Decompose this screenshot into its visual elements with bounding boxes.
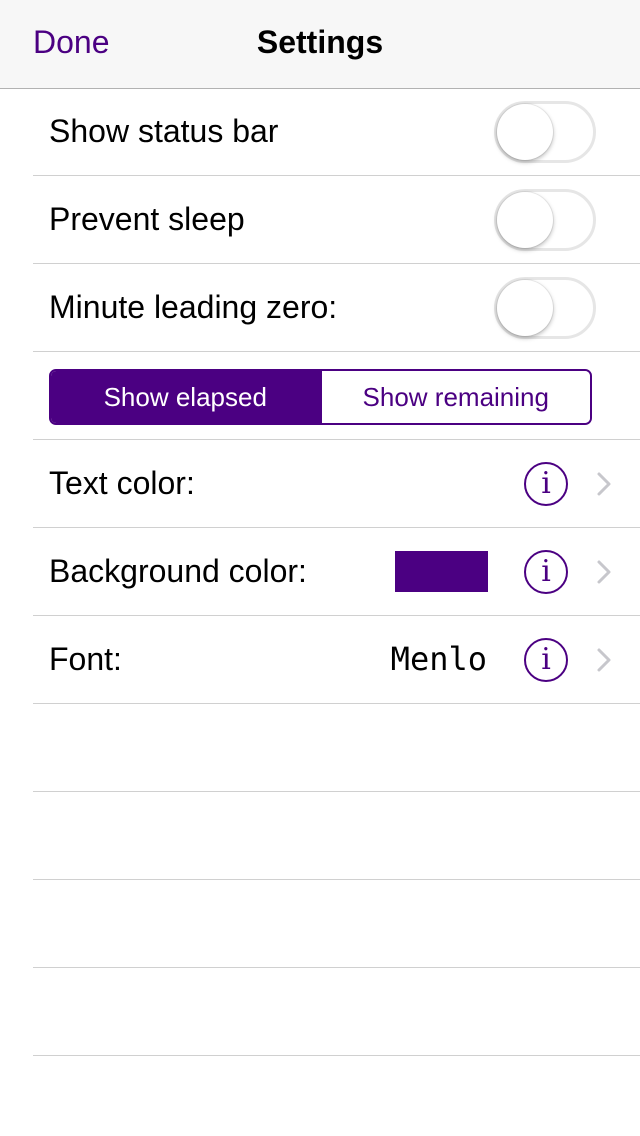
chevron-right-icon[interactable] (591, 470, 617, 498)
background-color-swatch (395, 551, 488, 592)
show-status-bar-label: Show status bar (49, 113, 279, 149)
time-display-segmented-control: Show elapsed Show remaining (49, 369, 592, 425)
show-status-bar-row: Show status bar (33, 88, 640, 176)
font-label: Font: (49, 641, 122, 677)
prevent-sleep-toggle[interactable] (494, 189, 596, 251)
empty-row (33, 792, 640, 880)
prevent-sleep-label: Prevent sleep (49, 201, 245, 237)
show-status-bar-toggle[interactable] (494, 101, 596, 163)
time-display-row: Show elapsed Show remaining (33, 352, 640, 440)
page-title: Settings (256, 24, 384, 60)
font-value: Menlo (390, 640, 487, 678)
minute-leading-zero-row: Minute leading zero: (33, 264, 640, 352)
background-color-info-icon[interactable]: i (524, 550, 568, 594)
empty-row (33, 880, 640, 968)
empty-row (33, 968, 640, 1056)
empty-row (33, 704, 640, 792)
navigation-bar: Done Settings (0, 0, 640, 89)
text-color-row[interactable]: Text color: i (33, 440, 640, 528)
font-info-icon[interactable]: i (524, 638, 568, 682)
background-color-label: Background color: (49, 553, 307, 589)
font-row[interactable]: Font: Menlo i (33, 616, 640, 704)
toggle-knob (497, 104, 553, 160)
show-remaining-segment[interactable]: Show remaining (319, 371, 590, 423)
minute-leading-zero-toggle[interactable] (494, 277, 596, 339)
chevron-right-icon[interactable] (591, 646, 617, 674)
prevent-sleep-row: Prevent sleep (33, 176, 640, 264)
toggle-knob (497, 192, 553, 248)
toggle-knob (497, 280, 553, 336)
text-color-info-icon[interactable]: i (524, 462, 568, 506)
chevron-right-icon[interactable] (591, 558, 617, 586)
minute-leading-zero-label: Minute leading zero: (49, 289, 338, 325)
show-elapsed-segment[interactable]: Show elapsed (51, 371, 320, 423)
background-color-row[interactable]: Background color: i (33, 528, 640, 616)
text-color-label: Text color: (49, 465, 195, 501)
